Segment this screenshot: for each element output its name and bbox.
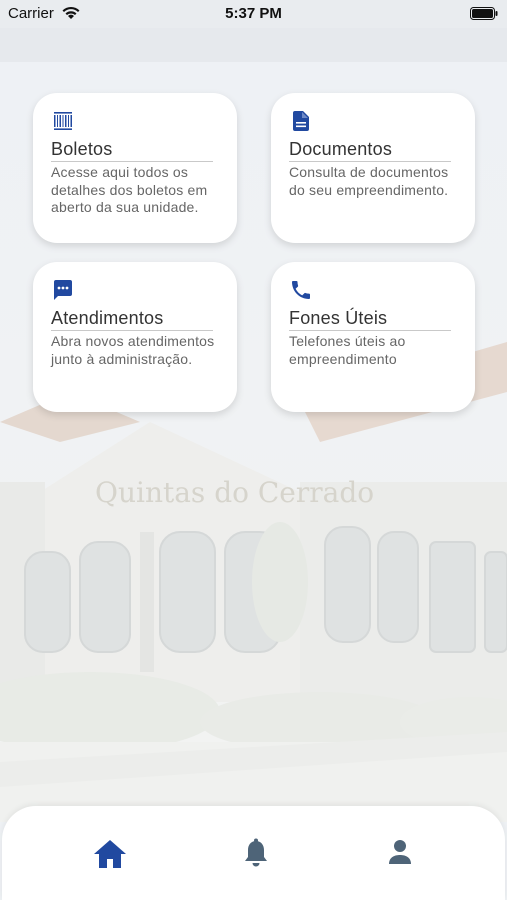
header-band bbox=[0, 28, 507, 62]
status-bar: Carrier 5:37 PM bbox=[0, 0, 507, 28]
card-title: Atendimentos bbox=[51, 308, 213, 331]
user-icon bbox=[389, 840, 411, 864]
document-icon bbox=[289, 109, 457, 133]
card-description: Telefones úteis ao empreendimento bbox=[289, 333, 406, 367]
boletos-card[interactable]: Boletos Acesse aqui todos os detalhes do… bbox=[33, 93, 237, 243]
card-title: Documentos bbox=[289, 139, 451, 162]
card-title: Boletos bbox=[51, 139, 213, 162]
fones-uteis-card[interactable]: Fones Úteis Telefones úteis ao empreendi… bbox=[271, 262, 475, 412]
phone-icon bbox=[289, 278, 457, 302]
card-description: Consulta de documentos do seu empreendim… bbox=[289, 164, 449, 198]
tab-profile[interactable] bbox=[387, 838, 413, 873]
status-time: 5:37 PM bbox=[225, 5, 282, 22]
barcode-icon bbox=[51, 109, 219, 133]
card-title: Fones Úteis bbox=[289, 308, 451, 331]
sign-text: Quintas do Cerrado bbox=[95, 476, 374, 509]
tab-notifications[interactable] bbox=[242, 838, 270, 873]
documentos-card[interactable]: Documentos Consulta de documentos do seu… bbox=[271, 93, 475, 243]
card-description: Abra novos atendimentos junto à administ… bbox=[51, 333, 215, 367]
chat-icon bbox=[51, 278, 219, 302]
atendimentos-card[interactable]: Atendimentos Abra novos atendimentos jun… bbox=[33, 262, 237, 412]
battery-icon bbox=[470, 7, 498, 20]
bottom-tab-bar bbox=[2, 806, 505, 900]
home-icon bbox=[94, 840, 126, 868]
bell-icon bbox=[245, 838, 267, 867]
card-description: Acesse aqui todos os detalhes dos boleto… bbox=[51, 164, 208, 215]
tab-home[interactable] bbox=[92, 838, 128, 875]
